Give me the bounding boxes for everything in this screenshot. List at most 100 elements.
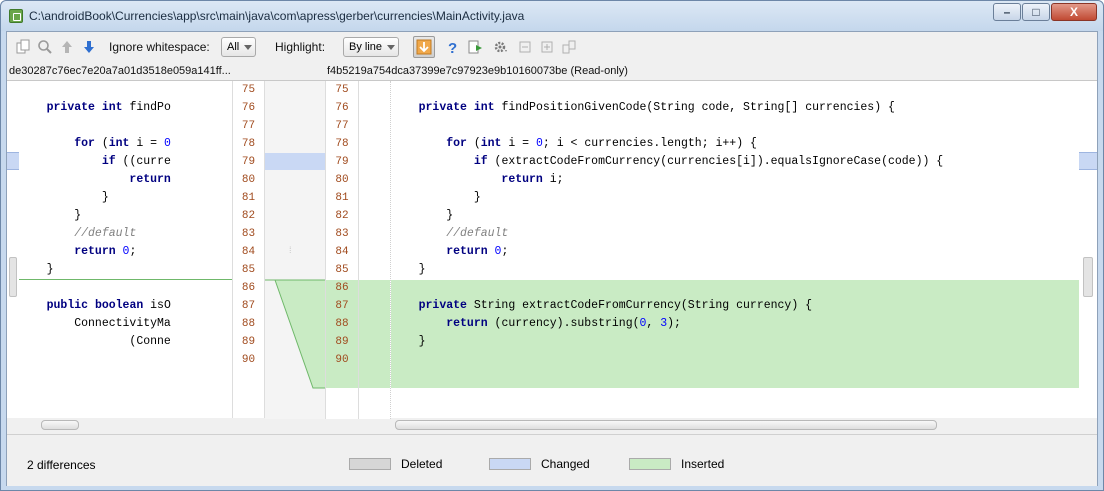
right-line-number: 80 xyxy=(335,174,349,186)
find-icon[interactable] xyxy=(37,39,53,55)
left-code-line: } xyxy=(19,263,54,276)
right-code-line: private String extractCodeFromCurrency(S… xyxy=(418,299,813,312)
left-line-number: 86 xyxy=(241,282,256,294)
left-line-number: 90 xyxy=(241,354,256,366)
right-line-number: 75 xyxy=(335,84,349,96)
right-line-number: 84 xyxy=(335,246,349,258)
minimize-icon: – xyxy=(1003,5,1011,19)
left-code-line: private int findPo xyxy=(46,101,171,114)
left-scroll-stripe[interactable] xyxy=(9,257,17,297)
right-line-number: 79 xyxy=(335,156,349,168)
revision-bar: de30287c76ec7e20a7a01d3518e059a141ff... … xyxy=(7,62,1097,80)
right-line-number: 83 xyxy=(335,228,349,240)
settings-icon[interactable] xyxy=(493,39,509,55)
left-code-line: } xyxy=(19,191,109,204)
status-bar: 2 differences Deleted Changed Inserted xyxy=(7,434,1097,486)
left-editor[interactable]: private int findPo for (int i = 0 if ((c… xyxy=(19,81,232,419)
legend-changed-label: Changed xyxy=(541,457,590,471)
diff-area: private int findPo for (int i = 0 if ((c… xyxy=(7,80,1097,419)
help-icon[interactable]: ? xyxy=(445,39,461,55)
left-code-line: public boolean isO xyxy=(46,299,171,312)
right-revision: f4b5219a754dca37399e7c97923e9b10160073be… xyxy=(327,65,628,77)
left-horizontal-scrollbar[interactable] xyxy=(19,418,265,432)
splitter-grip-icon: ⁞ xyxy=(289,245,292,255)
window-title: C:\androidBook\Currencies\app\src\main\j… xyxy=(29,9,525,23)
right-code-line: return 0; xyxy=(446,245,509,258)
previous-difference-icon[interactable] xyxy=(59,39,75,55)
sync-scroll-button[interactable] xyxy=(413,36,435,58)
highlight-value: By line xyxy=(349,41,383,53)
left-line-number: 89 xyxy=(241,336,256,348)
compare-icon[interactable] xyxy=(561,39,577,55)
maximize-button[interactable]: □ xyxy=(1022,3,1050,21)
legend-changed-swatch xyxy=(489,458,531,470)
right-code-line: } xyxy=(391,209,454,222)
right-line-number: 89 xyxy=(335,336,349,348)
right-line-number: 85 xyxy=(335,264,349,276)
sync-scroll-icon xyxy=(416,39,432,55)
insert-boundary-left xyxy=(19,279,232,280)
left-revision: de30287c76ec7e20a7a01d3518e059a141ff... xyxy=(9,65,231,77)
right-line-number: 78 xyxy=(335,138,349,150)
diff-window: C:\androidBook\Currencies\app\src\main\j… xyxy=(0,0,1104,491)
left-line-number: 85 xyxy=(241,264,256,276)
left-line-number: 76 xyxy=(241,102,256,114)
svg-text:?: ? xyxy=(448,40,457,55)
left-code-line: return 0; xyxy=(74,245,137,258)
right-horizontal-scrollbar[interactable] xyxy=(391,418,1081,432)
highlight-label: Highlight: xyxy=(275,40,326,54)
left-line-number: 75 xyxy=(241,84,256,96)
legend-deleted-swatch xyxy=(349,458,391,470)
ignore-whitespace-select[interactable]: All xyxy=(221,37,257,57)
left-code-line: ConnectivityMa xyxy=(74,317,171,330)
left-line-number: 88 xyxy=(241,318,256,330)
legend-deleted-label: Deleted xyxy=(401,457,443,471)
right-code-line: } xyxy=(391,335,426,348)
left-line-number: 82 xyxy=(241,210,256,222)
left-line-number: 84 xyxy=(241,246,256,258)
right-line-number: 76 xyxy=(335,102,349,114)
right-scroll-thumb[interactable] xyxy=(395,420,937,430)
left-code-line: } xyxy=(19,209,82,222)
next-difference-icon[interactable] xyxy=(81,39,97,55)
diff-viewer: Ignore whitespace: All Highlight: By lin… xyxy=(6,31,1098,486)
edit-source-icon[interactable] xyxy=(467,39,483,55)
right-line-gutter: 75 76 77 78 79 80 81 82 83 84 85 86 87 88 89 90 xyxy=(325,81,359,419)
maximize-icon: □ xyxy=(1032,5,1040,19)
left-line-number: 80 xyxy=(241,174,256,186)
left-line-number: 78 xyxy=(241,138,256,150)
minimize-button[interactable]: – xyxy=(993,3,1021,21)
left-code-line: for (int i = 0 xyxy=(74,137,171,150)
inserted-highlight-fold xyxy=(359,280,390,388)
legend-inserted-label: Inserted xyxy=(681,457,725,471)
right-editor[interactable]: private int findPositionGivenCode(String… xyxy=(391,81,1079,419)
close-button[interactable]: X xyxy=(1051,3,1097,21)
left-line-number: 83 xyxy=(241,228,256,240)
right-line-number: 82 xyxy=(335,210,349,222)
right-code-line: if (extractCodeFromCurrency(currencies[i… xyxy=(473,155,944,168)
right-line-number: 88 xyxy=(335,318,349,330)
left-line-gutter: 75 76 77 78 79 80 81 82 83 84 85 86 87 88 89 90 xyxy=(232,81,265,419)
right-code-line: } xyxy=(391,191,481,204)
left-code-line: (Conne xyxy=(19,335,171,348)
left-code-line: return xyxy=(129,173,171,186)
right-code-line: for (int i = 0; i < currencies.length; i… xyxy=(446,137,757,150)
right-line-number: 90 xyxy=(335,354,349,366)
left-code-line: //default xyxy=(74,227,137,240)
collapse-icon[interactable] xyxy=(517,39,533,55)
ignore-whitespace-label: Ignore whitespace: xyxy=(109,40,210,54)
title-bar: C:\androidBook\Currencies\app\src\main\j… xyxy=(1,1,1103,31)
left-scroll-thumb[interactable] xyxy=(41,420,79,430)
right-code-line: return (currency).substring(0, 3); xyxy=(446,317,681,330)
expand-icon[interactable] xyxy=(539,39,555,55)
highlight-select[interactable]: By line xyxy=(343,37,400,57)
left-line-number: 77 xyxy=(241,120,256,132)
right-fold-gutter xyxy=(359,81,391,419)
right-scroll-stripe[interactable] xyxy=(1083,257,1093,297)
right-code-line: return i; xyxy=(501,173,564,186)
diff-connector: ⁞ xyxy=(265,81,325,419)
right-line-number: 81 xyxy=(335,192,349,204)
legend-inserted-swatch xyxy=(629,458,671,470)
copy-icon[interactable] xyxy=(15,39,31,55)
right-line-number: 77 xyxy=(335,120,349,132)
